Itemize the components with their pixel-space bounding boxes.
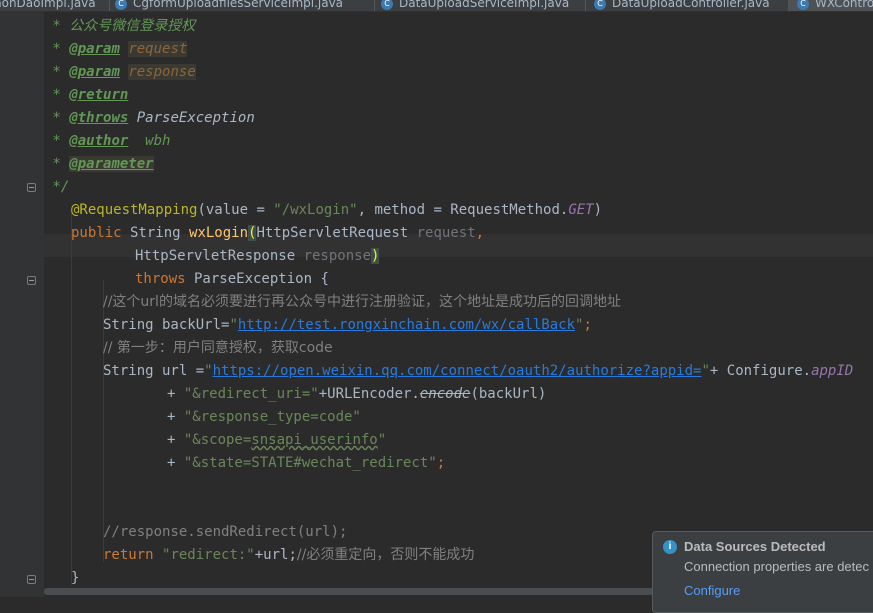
code-line: String backUrl="http://test.rongxinchain… <box>103 317 592 333</box>
fold-toggle-icon[interactable] <box>27 183 36 192</box>
editor-tab-bar: nonDaoImpl.java C CgformUploadfilesServic… <box>0 0 873 12</box>
code-line: + "&scope=snsapi_userinfo" <box>167 432 387 448</box>
tab-cgformuploadfiles[interactable]: C CgformUploadfilesServiceImpl.java <box>115 0 343 11</box>
code-line: return "redirect:"+url;//必须重定向，否则不能成功 <box>103 547 475 563</box>
tab-wxcontroller[interactable]: C WXContro <box>789 0 873 11</box>
tab-datauploadcontroller[interactable]: C DataUploadController.java <box>594 0 770 11</box>
code-line: * @throws ParseException <box>44 110 255 126</box>
code-line: //这个url的域名必须要进行再公众号中进行注册验证，这个地址是成功后的回调地址 <box>103 294 621 310</box>
callback-url-link[interactable]: http://test.rongxinchain.com/wx/callBack <box>238 317 575 333</box>
notification-title: Data Sources Detected <box>684 539 826 554</box>
code-line: + "&response_type=code" <box>167 409 361 425</box>
tab-divider <box>374 0 375 11</box>
class-icon: C <box>115 0 127 10</box>
tab-nondaoimpl[interactable]: nonDaoImpl.java <box>0 0 96 11</box>
scrollbar-thumb[interactable] <box>44 588 654 595</box>
tab-divider <box>109 0 110 11</box>
code-line: HttpServletResponse response) <box>135 248 380 264</box>
fold-toggle-icon[interactable] <box>27 276 36 285</box>
indent-guide <box>71 211 72 585</box>
tab-divider <box>585 0 586 11</box>
code-line: throws ParseException { <box>135 271 329 287</box>
tab-label: CgformUploadfilesServiceImpl.java <box>133 0 344 10</box>
tab-label: DataUploadController.java <box>612 0 770 10</box>
code-line: * @return <box>44 87 129 103</box>
fold-toggle-icon[interactable] <box>27 575 36 584</box>
info-icon: i <box>663 540 677 554</box>
configure-link[interactable]: Configure <box>684 583 740 598</box>
code-line: String url ="https://open.weixin.qq.com/… <box>103 363 854 379</box>
code-line: * @param response <box>44 64 196 80</box>
tab-datauploadservice[interactable]: C DataUploadServiceImpl.java <box>381 0 569 11</box>
editor-gutter <box>0 12 44 597</box>
code-line: // 第一步：用户同意授权，获取code <box>103 340 333 356</box>
code-line: public String wxLogin(HttpServletRequest… <box>71 225 485 241</box>
code-line: //response.sendRedirect(url); <box>103 524 348 540</box>
code-editor[interactable]: * 公众号微信登录授权 * @param request * @param re… <box>44 12 873 586</box>
tab-label: DataUploadServiceImpl.java <box>399 0 570 10</box>
code-line: @RequestMapping(value = "/wxLogin", meth… <box>71 202 603 218</box>
code-line: * @parameter <box>44 156 154 172</box>
code-line: * @param request <box>44 41 188 57</box>
tab-label: nonDaoImpl.java <box>0 0 96 10</box>
code-line: * @author wbh <box>44 133 171 149</box>
tab-label: WXContro <box>815 0 873 10</box>
data-sources-notification: i Data Sources Detected Connection prope… <box>652 531 873 613</box>
notification-message: Connection properties are detec <box>684 559 870 574</box>
code-line: */ <box>44 179 70 195</box>
code-line: + "&redirect_uri="+URLEncoder.encode(bac… <box>167 386 547 402</box>
code-line: + "&state=STATE#wechat_redirect"; <box>167 455 446 471</box>
oauth-url-link[interactable]: https://open.weixin.qq.com/connect/oauth… <box>213 363 702 379</box>
class-icon: C <box>381 0 393 10</box>
class-icon: C <box>797 0 809 10</box>
class-icon: C <box>594 0 606 10</box>
code-line: * 公众号微信登录授权 <box>44 18 196 34</box>
